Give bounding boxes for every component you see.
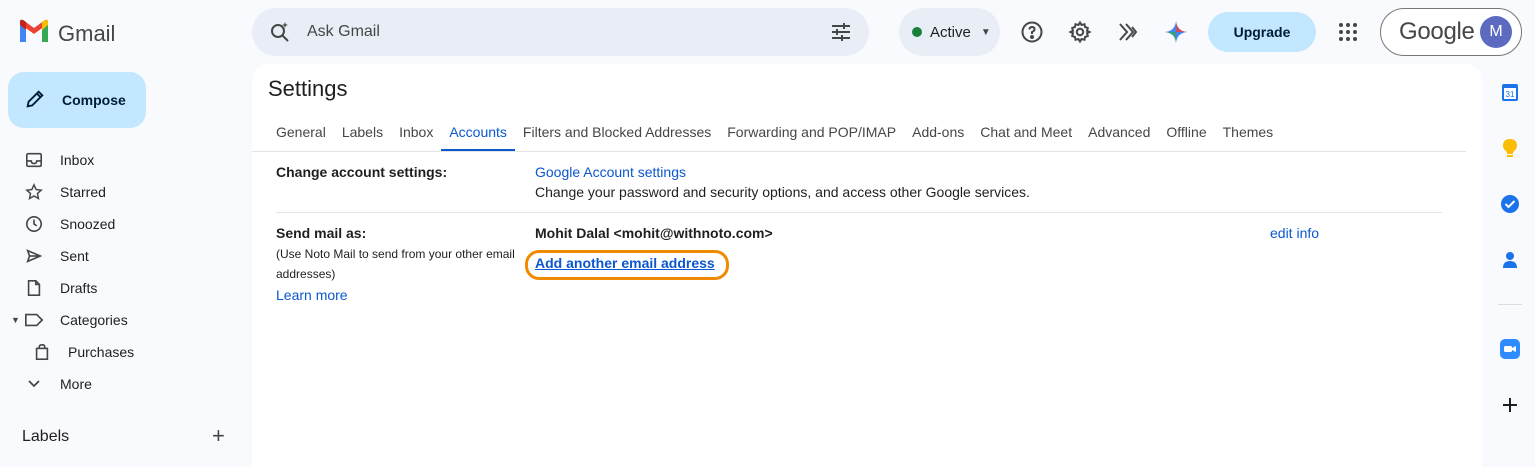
nav-item-snoozed[interactable]: Snoozed: [0, 208, 240, 240]
change-account-description: Change your password and security option…: [535, 184, 1030, 200]
gmail-m-icon: [18, 18, 50, 49]
nav-label: Starred: [60, 184, 106, 200]
edit-info-link[interactable]: edit info: [1270, 225, 1319, 241]
nav-item-starred[interactable]: Starred: [0, 176, 240, 208]
nav-item-more[interactable]: More: [0, 368, 240, 400]
chevron-down-icon: ▼: [980, 26, 991, 38]
status-selector[interactable]: Active ▼: [899, 8, 1000, 56]
apps-grid-icon[interactable]: [1336, 20, 1360, 44]
clock-icon: [24, 214, 44, 234]
upgrade-button[interactable]: Upgrade: [1208, 12, 1316, 52]
nav-item-inbox[interactable]: Inbox: [0, 144, 240, 176]
add-label-icon[interactable]: +: [212, 425, 225, 447]
row-divider: [276, 212, 1442, 213]
nav-item-sent[interactable]: Sent: [0, 240, 240, 272]
pencil-icon: [24, 88, 46, 113]
nav-label: Snoozed: [60, 216, 116, 232]
compose-button[interactable]: Compose: [8, 72, 146, 128]
app-name: Gmail: [58, 20, 116, 46]
help-icon[interactable]: [1020, 20, 1044, 44]
settings-icon[interactable]: [1068, 20, 1092, 44]
activity-icon[interactable]: [1116, 20, 1140, 44]
send-mail-as-help: (Use Noto Mail to send from your other e…: [276, 244, 515, 284]
search-options-icon[interactable]: [829, 20, 853, 49]
search-sparkle-icon[interactable]: [268, 20, 292, 49]
nav-label: More: [60, 376, 92, 392]
status-label: Active: [930, 23, 971, 41]
tab-general[interactable]: General: [268, 116, 334, 152]
send-mail-as-label: Send mail as:: [276, 225, 367, 241]
label-icon: [24, 310, 44, 330]
nav-item-categories[interactable]: ▼ Categories: [0, 304, 240, 336]
learn-more-link[interactable]: Learn more: [276, 287, 348, 303]
page-title: Settings: [268, 76, 348, 101]
nav-item-drafts[interactable]: Drafts: [0, 272, 240, 304]
inbox-icon: [24, 150, 44, 170]
gmail-logo[interactable]: Gmail: [18, 18, 115, 49]
calendar-day: 31: [1506, 90, 1515, 99]
help-text-line: addresses): [276, 267, 336, 281]
labels-heading: Labels: [22, 428, 70, 445]
tasks-icon[interactable]: [1500, 194, 1520, 214]
tab-filters[interactable]: Filters and Blocked Addresses: [515, 116, 719, 152]
calendar-icon[interactable]: 31: [1500, 82, 1520, 102]
status-dot: [912, 27, 922, 37]
settings-panel: Settings General Labels Inbox Accounts F…: [252, 64, 1482, 467]
highlight-ring: [525, 250, 729, 280]
contacts-icon[interactable]: [1500, 250, 1520, 270]
star-icon: [24, 182, 44, 202]
tab-chat-meet[interactable]: Chat and Meet: [972, 116, 1080, 152]
nav-label: Inbox: [60, 152, 95, 168]
change-account-label: Change account settings:: [276, 164, 448, 180]
send-icon: [24, 246, 44, 266]
help-text-line: (Use Noto Mail to send from your other e…: [276, 247, 515, 261]
nav-label: Drafts: [60, 280, 98, 296]
send-as-identity: Mohit Dalal <mohit@withnoto.com>: [535, 225, 773, 241]
google-wordmark: Google: [1399, 18, 1475, 45]
search-input[interactable]: [307, 8, 807, 56]
settings-tabs: General Labels Inbox Accounts Filters an…: [268, 116, 1281, 152]
tab-offline[interactable]: Offline: [1158, 116, 1214, 152]
rail-divider: [1498, 304, 1522, 305]
nav-item-purchases[interactable]: Purchases: [0, 336, 240, 368]
search-bar[interactable]: [252, 8, 869, 56]
tabs-divider: [252, 151, 1466, 152]
add-icon[interactable]: [1500, 395, 1520, 415]
avatar: M: [1480, 16, 1512, 48]
shopping-bag-icon: [32, 342, 52, 362]
draft-icon: [24, 278, 44, 298]
tab-themes[interactable]: Themes: [1215, 116, 1282, 152]
nav-label: Sent: [60, 248, 89, 264]
compose-label: Compose: [62, 92, 126, 108]
account-switcher[interactable]: Google M: [1380, 8, 1522, 56]
tab-labels[interactable]: Labels: [334, 116, 391, 152]
gemini-icon[interactable]: [1164, 20, 1188, 44]
tab-advanced[interactable]: Advanced: [1080, 116, 1158, 152]
tab-forwarding[interactable]: Forwarding and POP/IMAP: [719, 116, 904, 152]
zoom-icon[interactable]: [1500, 339, 1520, 359]
tab-accounts[interactable]: Accounts: [441, 116, 515, 152]
expand-caret-icon[interactable]: ▼: [11, 315, 20, 325]
tab-inbox[interactable]: Inbox: [391, 116, 441, 152]
google-account-settings-link[interactable]: Google Account settings: [535, 164, 686, 180]
keep-icon[interactable]: [1500, 138, 1520, 158]
nav-label: Categories: [60, 312, 128, 328]
tab-addons[interactable]: Add-ons: [904, 116, 972, 152]
nav-label: Purchases: [68, 344, 135, 360]
chevron-down-icon: [24, 374, 44, 394]
